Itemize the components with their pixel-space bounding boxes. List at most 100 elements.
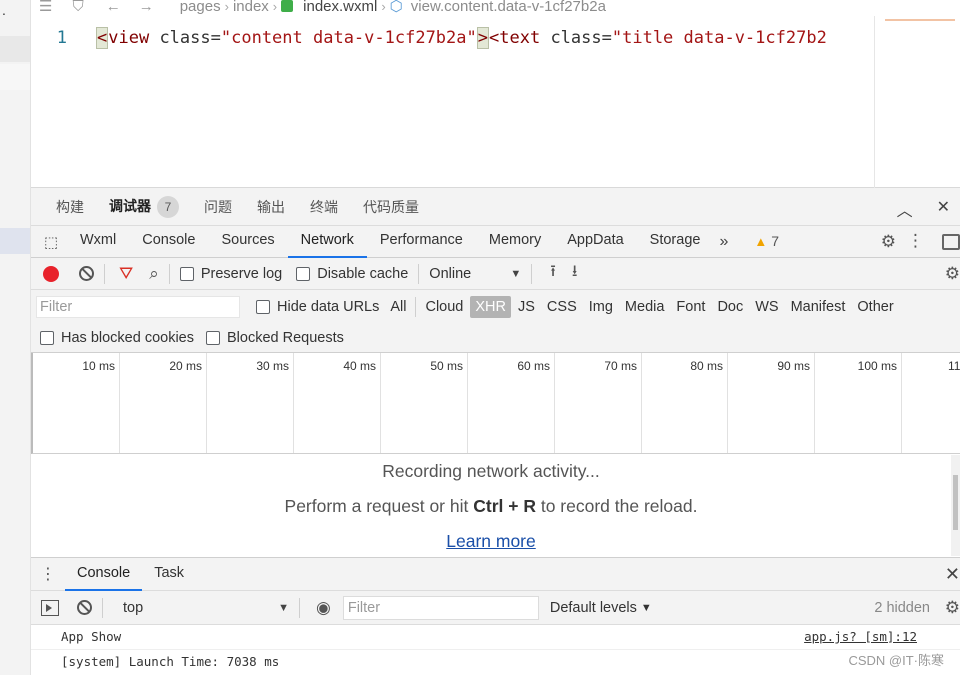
tab-debugger-label: 调试器 bbox=[109, 197, 151, 214]
breadcrumb-item-index[interactable]: index bbox=[233, 0, 269, 15]
context-value: top bbox=[123, 599, 144, 616]
hide-data-urls-checkbox[interactable]: Hide data URLs bbox=[256, 299, 379, 315]
live-expression-eye-icon[interactable]: ◉ bbox=[316, 598, 331, 618]
tab-console[interactable]: Console bbox=[129, 225, 208, 258]
scrollbar-thumb[interactable] bbox=[953, 475, 958, 530]
type-filter-font[interactable]: Font bbox=[671, 296, 710, 318]
tab-output[interactable]: 输出 bbox=[257, 197, 285, 217]
dock-side-icon[interactable] bbox=[942, 234, 960, 250]
type-filter-manifest[interactable]: Manifest bbox=[786, 296, 851, 318]
divider bbox=[104, 263, 105, 284]
left-activity-strip: . bbox=[0, 0, 31, 675]
strip-band bbox=[0, 64, 30, 90]
tab-build[interactable]: 构建 bbox=[56, 197, 84, 217]
type-filter-doc[interactable]: Doc bbox=[712, 296, 748, 318]
drawer-menu-icon[interactable]: ⋮ bbox=[31, 564, 65, 584]
network-settings-icon[interactable]: ⚙ bbox=[945, 264, 960, 284]
clear-console-icon[interactable] bbox=[77, 600, 92, 615]
divider bbox=[168, 263, 170, 284]
bookmark-icon[interactable]: ⛉ bbox=[72, 0, 83, 15]
list-icon[interactable]: ☰ bbox=[39, 0, 52, 15]
context-select[interactable]: top ▼ bbox=[123, 600, 289, 616]
tab-appdata[interactable]: AppData bbox=[554, 225, 636, 258]
throttling-value: Online bbox=[429, 265, 472, 282]
type-filter-ws[interactable]: WS bbox=[750, 296, 783, 318]
tab-problems[interactable]: 问题 bbox=[204, 197, 232, 217]
code-editor[interactable]: ☰ ⛉ ← → pages › index › index.wxml › ⬡ v… bbox=[31, 0, 960, 188]
tab-network[interactable]: Network bbox=[287, 225, 367, 258]
drawer-tabs: ⋮ Console Task ✕ bbox=[31, 557, 960, 591]
tab-debugger[interactable]: 调试器 7 bbox=[109, 195, 179, 218]
console-filter-input[interactable]: Filter bbox=[342, 595, 539, 620]
forward-arrow-icon[interactable]: → bbox=[139, 0, 154, 15]
type-filter-other[interactable]: Other bbox=[852, 296, 898, 318]
devtools-panel: 构建 调试器 7 问题 输出 终端 代码质量 ︿ ✕ ⬚ Wxml Console… bbox=[31, 188, 960, 675]
code-line[interactable]: 1 <view class="content data-v-1cf27b2a">… bbox=[31, 26, 827, 50]
checkbox-box bbox=[256, 299, 270, 314]
close-drawer-icon[interactable]: ✕ bbox=[945, 564, 960, 585]
network-overview-timeline[interactable]: 10 ms 20 ms 30 ms 40 ms 50 ms 60 ms 70 m… bbox=[31, 353, 960, 454]
collapse-chevron-up-icon[interactable]: ︿ bbox=[897, 197, 913, 221]
minimap[interactable] bbox=[874, 16, 960, 188]
blocked-requests-checkbox[interactable]: Blocked Requests bbox=[206, 330, 344, 346]
back-arrow-icon[interactable]: ← bbox=[106, 0, 121, 15]
console-settings-icon[interactable]: ⚙ bbox=[945, 598, 960, 618]
console-toolbar: top ▼ ◉ Filter Default levels ▼ 2 hidden ⚙ bbox=[31, 591, 960, 625]
clear-icon[interactable] bbox=[79, 266, 94, 281]
type-filter-media[interactable]: Media bbox=[620, 296, 670, 318]
code-bracket: < bbox=[489, 28, 500, 48]
tab-memory[interactable]: Memory bbox=[476, 225, 554, 258]
console-message-source-link[interactable]: app.js? [sm]:12 bbox=[804, 625, 917, 649]
drawer-tab-console[interactable]: Console bbox=[65, 557, 143, 591]
type-filter-cloud[interactable]: Cloud bbox=[420, 296, 468, 318]
warnings-indicator[interactable]: ▲ 7 bbox=[754, 233, 779, 250]
type-filter-xhr[interactable]: XHR bbox=[470, 295, 511, 318]
throttling-select[interactable]: Online ▼ bbox=[429, 266, 521, 282]
type-filter-js[interactable]: JS bbox=[513, 296, 540, 318]
import-har-icon[interactable]: ⭱ bbox=[550, 260, 556, 287]
code-attr: class bbox=[149, 28, 211, 48]
timeline-tick: 110 ms bbox=[948, 359, 960, 373]
drawer-tab-task[interactable]: Task bbox=[142, 557, 196, 591]
type-filter-all[interactable]: All bbox=[385, 296, 411, 318]
tab-performance[interactable]: Performance bbox=[367, 225, 476, 258]
settings-gear-icon[interactable]: ⚙ bbox=[881, 232, 896, 252]
filter-bar: Filter Hide data URLs All Cloud XHR JS C… bbox=[31, 290, 960, 323]
breadcrumb: ☰ ⛉ ← → pages › index › index.wxml › ⬡ v… bbox=[31, 0, 606, 16]
preserve-log-checkbox[interactable]: Preserve log bbox=[179, 266, 282, 282]
type-filter-img[interactable]: Img bbox=[584, 296, 618, 318]
more-tabs-icon[interactable]: » bbox=[713, 233, 740, 251]
learn-more-link[interactable]: Learn more bbox=[31, 531, 951, 552]
code-text[interactable]: <view class="content data-v-1cf27b2a"><t… bbox=[96, 27, 827, 49]
tab-storage[interactable]: Storage bbox=[637, 225, 714, 258]
search-icon[interactable]: ⌕ bbox=[149, 264, 159, 284]
filter-funnel-icon[interactable]: ⛛ bbox=[119, 264, 133, 284]
timeline-tick: 40 ms bbox=[294, 353, 381, 453]
element-picker-icon[interactable]: ⬚ bbox=[31, 233, 67, 251]
checkbox-box bbox=[40, 330, 54, 345]
record-icon[interactable] bbox=[43, 265, 59, 282]
blocked-requests-label: Blocked Requests bbox=[227, 329, 344, 346]
log-levels-select[interactable]: Default levels ▼ bbox=[550, 600, 652, 616]
hidden-messages-count: 2 hidden bbox=[874, 600, 930, 616]
close-icon[interactable]: ✕ bbox=[937, 197, 950, 221]
warning-count: 7 bbox=[771, 233, 780, 249]
vertical-scrollbar[interactable] bbox=[951, 455, 960, 556]
type-filter-css[interactable]: CSS bbox=[542, 296, 582, 318]
tab-sources[interactable]: Sources bbox=[208, 225, 287, 258]
breadcrumb-item-file[interactable]: index.wxml bbox=[303, 0, 377, 15]
disable-cache-checkbox[interactable]: Disable cache bbox=[296, 266, 408, 282]
breadcrumb-item-node[interactable]: view.content.data-v-1cf27b2a bbox=[411, 0, 606, 15]
checkbox-box bbox=[206, 330, 220, 345]
tab-wxml[interactable]: Wxml bbox=[67, 225, 129, 258]
breadcrumb-item-pages[interactable]: pages bbox=[180, 0, 221, 15]
has-blocked-cookies-checkbox[interactable]: Has blocked cookies bbox=[40, 330, 194, 346]
tab-terminal[interactable]: 终端 bbox=[310, 197, 338, 217]
has-blocked-cookies-label: Has blocked cookies bbox=[61, 329, 194, 346]
console-message: App Show bbox=[61, 629, 122, 644]
filter-input[interactable]: Filter bbox=[36, 295, 240, 318]
export-har-icon[interactable]: ⭳ bbox=[572, 260, 578, 287]
console-sidebar-toggle-icon[interactable] bbox=[41, 599, 59, 616]
tab-code-quality[interactable]: 代码质量 bbox=[363, 197, 419, 217]
more-options-icon[interactable]: ⋮ bbox=[907, 231, 924, 251]
